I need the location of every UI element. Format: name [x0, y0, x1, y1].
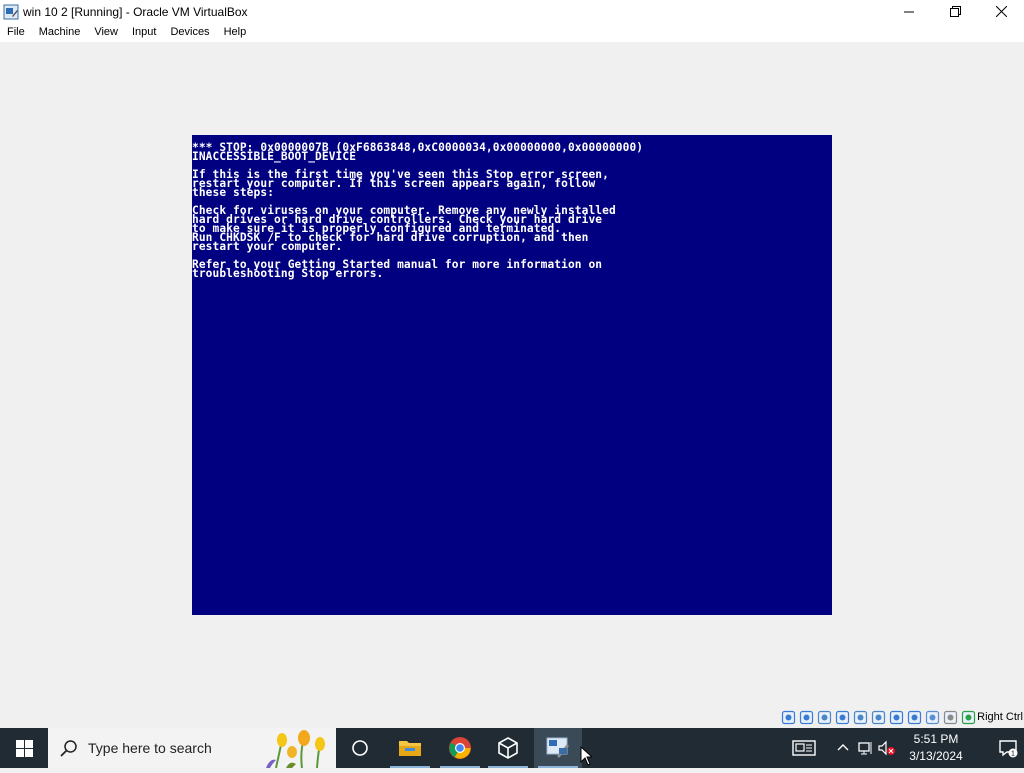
news-and-interests-icon[interactable]	[792, 739, 816, 757]
vm-window-icon	[546, 737, 569, 758]
bsod-line: INACCESSIBLE_BOOT_DEVICE	[192, 150, 357, 163]
menu-machine[interactable]: Machine	[32, 23, 88, 42]
action-center-icon[interactable]: 1	[998, 738, 1018, 758]
mouse-cursor-icon	[580, 745, 594, 766]
vm-status-bar: Right Ctrl	[0, 708, 1024, 728]
menu-bar: File Machine View Input Devices Help	[0, 23, 1024, 42]
blue-screen-of-death[interactable]: *** STOP: 0x0000007B (0xF6863848,0xC0000…	[192, 135, 832, 615]
search-placeholder: Type here to search	[88, 740, 212, 756]
clock-date: 3/13/2024	[909, 749, 963, 763]
task-view-button[interactable]	[336, 728, 384, 768]
host-key-label[interactable]: Right Ctrl	[977, 711, 1023, 723]
shared-folders-icon[interactable]	[871, 710, 886, 725]
network-icon[interactable]	[835, 710, 850, 725]
close-button[interactable]	[978, 0, 1024, 23]
minimize-button[interactable]	[886, 0, 932, 23]
window-title: win 10 2 [Running] - Oracle VM VirtualBo…	[23, 4, 248, 19]
volume-muted-icon[interactable]	[878, 740, 895, 756]
mouse-integration-icon[interactable]	[943, 710, 958, 725]
minimize-icon	[904, 11, 914, 12]
bsod-line: troubleshooting Stop errors.	[192, 267, 384, 280]
menu-devices[interactable]: Devices	[163, 23, 216, 42]
title-bar[interactable]: win 10 2 [Running] - Oracle VM VirtualBo…	[0, 0, 1024, 23]
taskbar-chrome[interactable]	[436, 728, 484, 768]
hard-disk-icon[interactable]	[781, 710, 796, 725]
file-explorer-icon	[399, 741, 421, 756]
bsod-line: restart your computer.	[192, 240, 343, 253]
search-icon	[60, 739, 78, 757]
clock-time: 5:51 PM	[913, 732, 959, 746]
menu-help[interactable]: Help	[217, 23, 254, 42]
svg-text:1: 1	[1011, 751, 1015, 758]
menu-input[interactable]: Input	[125, 23, 163, 42]
restore-icon	[949, 6, 961, 17]
menu-view[interactable]: View	[87, 23, 125, 42]
bsod-line: these steps:	[192, 186, 275, 199]
restore-button[interactable]	[932, 0, 978, 23]
taskbar: Type here to search 5:51 PM 3/13/2024 1	[0, 728, 1024, 769]
taskbar-virtualbox[interactable]	[484, 728, 532, 768]
virtualization-icon[interactable]	[925, 710, 940, 725]
windows-logo-icon	[15, 739, 33, 757]
menu-file[interactable]: File	[0, 23, 32, 42]
recording-icon[interactable]	[907, 710, 922, 725]
audio-icon[interactable]	[817, 710, 832, 725]
usb-icon[interactable]	[853, 710, 868, 725]
display-icon[interactable]	[889, 710, 904, 725]
virtualbox-icon	[498, 737, 518, 759]
network-icon[interactable]	[858, 740, 874, 756]
taskbar-file-explorer[interactable]	[386, 728, 434, 768]
search-highlight-tulips-icon	[262, 730, 332, 773]
system-tray: 5:51 PM 3/13/2024 1	[784, 728, 1024, 768]
start-button[interactable]	[0, 728, 48, 768]
optical-drive-icon[interactable]	[799, 710, 814, 725]
chrome-icon	[449, 737, 471, 759]
chevron-up-icon[interactable]	[836, 740, 852, 756]
task-view-icon	[352, 740, 368, 756]
close-icon	[995, 6, 1007, 17]
virtualbox-app-icon	[3, 4, 19, 20]
taskbar-search[interactable]: Type here to search	[48, 728, 336, 769]
taskbar-clock[interactable]: 5:51 PM 3/13/2024	[906, 731, 966, 765]
keyboard-icon[interactable]	[961, 710, 976, 725]
taskbar-vm-window[interactable]	[534, 728, 582, 768]
